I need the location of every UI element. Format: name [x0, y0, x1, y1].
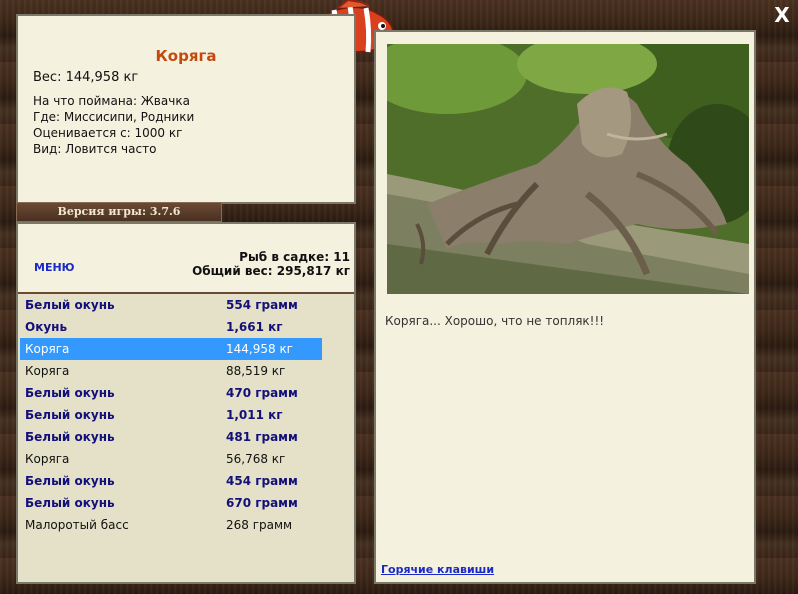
version-label: Версия игры: 3.7.6: [16, 202, 222, 222]
fish-bait: На что поймана: Жвачка: [33, 94, 190, 108]
catch-row[interactable]: Окунь 1,661 кг: [20, 316, 322, 338]
catch-panel: МЕНЮ Рыб в садке: 11 Общий вес: 295,817 …: [16, 222, 356, 584]
catch-row-name: Белый окунь: [25, 298, 115, 312]
catch-row-weight: 454 грамм: [226, 474, 298, 488]
catch-row-name: Белый окунь: [25, 386, 115, 400]
catch-row[interactable]: Коряга 88,519 кг: [20, 360, 322, 382]
fish-frequency: Вид: Ловится часто: [33, 142, 157, 156]
catch-row-name: Белый окунь: [25, 496, 115, 510]
catch-row-weight: 268 грамм: [226, 518, 293, 532]
fish-value: Оценивается с: 1000 кг: [33, 126, 183, 140]
catch-row-weight: 554 грамм: [226, 298, 298, 312]
total-weight: Общий вес: 295,817 кг: [192, 264, 350, 278]
catch-row-weight: 1,661 кг: [226, 320, 283, 334]
catch-row[interactable]: Малоротый басс 268 грамм: [20, 514, 322, 536]
catch-header: МЕНЮ Рыб в садке: 11 Общий вес: 295,817 …: [18, 224, 354, 294]
catch-row[interactable]: Белый окунь 670 грамм: [20, 492, 322, 514]
catch-row[interactable]: Белый окунь 454 грамм: [20, 470, 322, 492]
catch-row-name: Коряга: [25, 452, 70, 466]
fish-info-panel: Коряга Вес: 144,958 кг На что поймана: Ж…: [16, 14, 356, 204]
catch-row[interactable]: Белый окунь 481 грамм: [20, 426, 322, 448]
fish-weight: Вес: 144,958 кг: [33, 70, 139, 85]
catch-row-weight: 481 грамм: [226, 430, 298, 444]
catch-row[interactable]: Белый окунь 470 грамм: [20, 382, 322, 404]
fish-location: Где: Миссисипи, Родники: [33, 110, 195, 124]
catch-row[interactable]: Белый окунь 554 грамм: [20, 294, 322, 316]
catch-row[interactable]: Коряга 144,958 кг: [20, 338, 322, 360]
catch-row-weight: 470 грамм: [226, 386, 298, 400]
catch-row-weight: 88,519 кг: [226, 364, 286, 378]
catch-row[interactable]: Белый окунь 1,011 кг: [20, 404, 322, 426]
catch-row-weight: 144,958 кг: [226, 342, 293, 356]
catch-row-name: Белый окунь: [25, 408, 115, 422]
catch-row-weight: 670 грамм: [226, 496, 298, 510]
menu-button[interactable]: МЕНЮ: [34, 261, 75, 274]
hotkeys-link[interactable]: Горячие клавиши: [381, 563, 494, 576]
catch-row-weight: 56,768 кг: [226, 452, 286, 466]
catch-row-name: Коряга: [25, 342, 70, 356]
catch-row-name: Окунь: [25, 320, 68, 334]
catch-row-name: Белый окунь: [25, 430, 115, 444]
close-button[interactable]: X: [770, 4, 794, 26]
catch-row-name: Коряга: [25, 364, 70, 378]
photo-panel: Коряга... Хорошо, что не топляк!!! Горяч…: [374, 30, 756, 584]
catch-list[interactable]: Белый окунь 554 грамм Окунь 1,661 кг Коряг…: [18, 294, 354, 582]
fish-comment: Коряга... Хорошо, что не топляк!!!: [385, 314, 605, 328]
fish-photo: [387, 44, 749, 294]
catch-row-name: Малоротый басс: [25, 518, 129, 532]
fish-title: Коряга: [155, 47, 217, 65]
fish-count: Рыб в садке: 11: [239, 250, 350, 264]
catch-row-weight: 1,011 кг: [226, 408, 283, 422]
catch-row[interactable]: Коряга 56,768 кг: [20, 448, 322, 470]
catch-row-name: Белый окунь: [25, 474, 115, 488]
